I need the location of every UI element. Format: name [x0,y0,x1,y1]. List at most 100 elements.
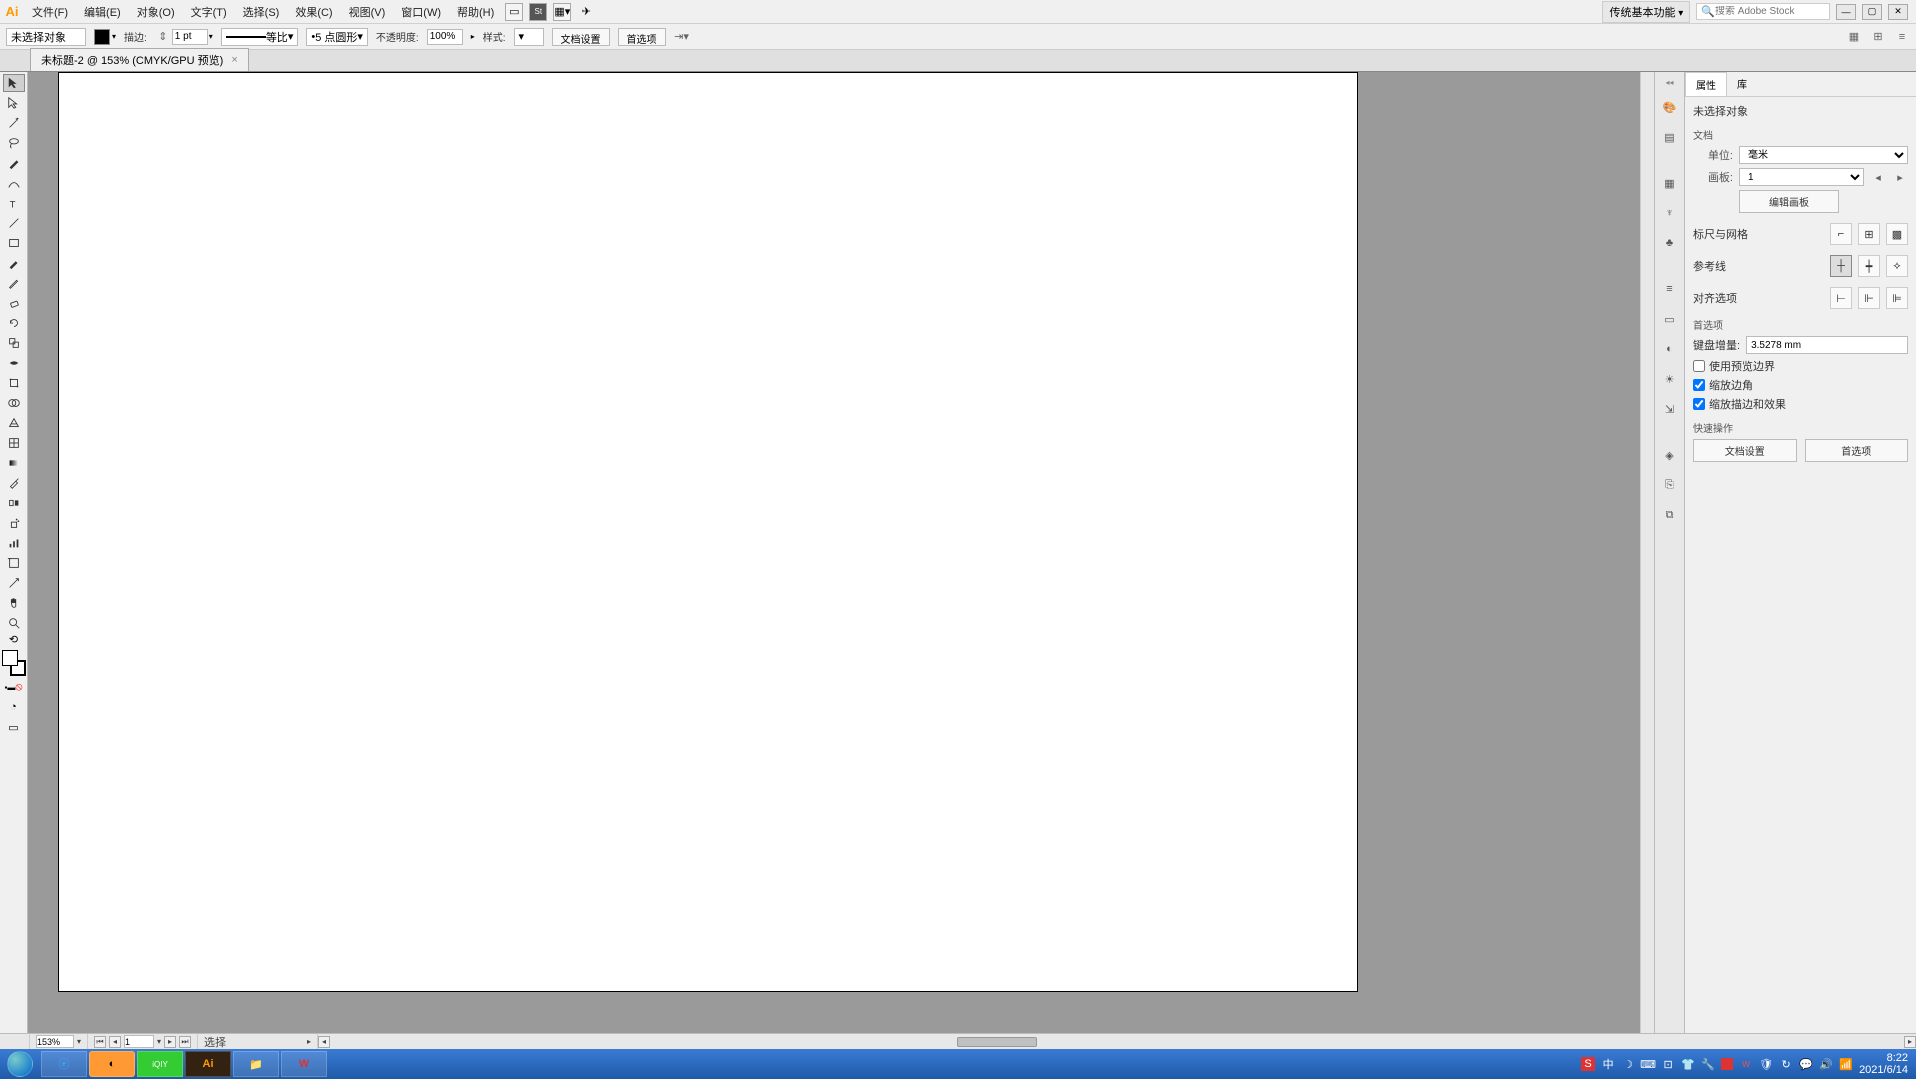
scroll-left-icon[interactable]: ◂ [318,1036,330,1048]
tool-gradient[interactable] [3,454,25,472]
snap-grid-icon[interactable]: ⊩ [1858,287,1880,309]
search-box[interactable]: 🔍 [1696,3,1830,20]
tool-free-transform[interactable] [3,374,25,392]
tray-network1-icon[interactable]: ⊡ [1661,1057,1675,1071]
menu-file[interactable]: 文件(F) [24,0,76,24]
cb-scale-strokes[interactable] [1693,398,1705,410]
arrange-docs-icon[interactable]: ▦▾ [553,3,571,21]
tool-paintbrush[interactable] [3,254,25,272]
dock-asset-export-icon[interactable]: ⇲ [1660,399,1680,419]
tool-selection[interactable] [3,74,25,92]
dock-expand-icon[interactable]: ◂◂ [1665,78,1673,87]
dock-swatches-icon[interactable]: ▤ [1660,127,1680,147]
zoom-dropdown-icon[interactable]: ▾ [77,1037,81,1046]
tool-hand[interactable] [3,594,25,612]
menu-help[interactable]: 帮助(H) [449,0,502,24]
taskbar-explorer[interactable]: 📁 [233,1051,279,1077]
tool-eraser[interactable] [3,294,25,312]
tool-artboard[interactable] [3,554,25,572]
dock-appearance-icon[interactable]: ☀ [1660,369,1680,389]
tool-direct-select[interactable] [3,94,25,112]
dock-brushes-icon[interactable]: ▦ [1660,173,1680,193]
fill-color-swatch[interactable] [2,650,18,666]
tray-shield-icon[interactable]: 🛡 [1759,1057,1773,1071]
screen-mode-icon[interactable]: ▭ [3,718,25,736]
stroke-weight-input[interactable] [172,29,208,45]
opacity-input[interactable] [427,29,463,45]
quick-doc-setup-button[interactable]: 文档设置 [1693,439,1797,462]
isolate-icon[interactable]: ⇥▾ [674,29,690,45]
horizontal-scrollbar[interactable]: ◂ ▸ [318,1035,1916,1049]
smart-guides-icon[interactable]: ⟡ [1886,255,1908,277]
menu-effect[interactable]: 效果(C) [287,0,340,24]
panel-tab-libraries[interactable]: 库 [1727,72,1757,96]
fill-dropdown-icon[interactable]: ▾ [112,32,116,41]
taskbar-wps[interactable]: W [281,1051,327,1077]
tool-lasso[interactable] [3,134,25,152]
menu-edit[interactable]: 编辑(E) [76,0,129,24]
tool-line[interactable] [3,214,25,232]
fill-swatch[interactable] [94,29,110,45]
taskbar-app-green[interactable]: iQIY [137,1051,183,1077]
taskbar-app-orange[interactable]: ◐ [89,1051,135,1077]
transform-panel-icon[interactable]: ⊞ [1870,29,1886,45]
guides-show-icon[interactable]: ┼ [1830,255,1852,277]
color-mode-row[interactable]: ▪▬⦸ [2,678,26,696]
edit-artboards-button[interactable]: 编辑画板 [1739,190,1839,213]
tool-magic-wand[interactable] [3,114,25,132]
tool-scale[interactable] [3,334,25,352]
menu-window[interactable]: 窗口(W) [393,0,449,24]
stroke-profile-dropdown[interactable]: 等比 ▾ [221,28,299,46]
tool-curvature[interactable] [3,174,25,192]
tab-close-button[interactable]: × [231,54,237,66]
cb-scale-corners[interactable] [1693,379,1705,391]
document-tab[interactable]: 未标题-2 @ 153% (CMYK/GPU 预览) × [30,48,249,71]
unit-dropdown[interactable]: 毫米 [1739,146,1908,164]
snap-point-icon[interactable]: ⊢ [1830,287,1852,309]
tool-mesh[interactable] [3,434,25,452]
tool-width[interactable] [3,354,25,372]
dock-artboards-icon[interactable]: ⎘ [1660,475,1680,495]
dock-transparency-icon[interactable]: ◐ [1660,339,1680,359]
opacity-dropdown-icon[interactable]: ▸ [471,32,475,41]
tool-type[interactable]: T [3,194,25,212]
tray-keyboard-icon[interactable]: ⌨ [1641,1057,1655,1071]
artboard-next-icon[interactable]: ▸ [1892,169,1908,185]
artboard-next-nav-icon[interactable]: ▸ [164,1036,176,1048]
tray-wechat-icon[interactable]: 💬 [1799,1057,1813,1071]
tool-slice[interactable] [3,574,25,592]
maximize-button[interactable]: ▢ [1862,4,1882,20]
quick-prefs-button[interactable]: 首选项 [1805,439,1909,462]
tray-notif-icon[interactable] [1721,1058,1733,1070]
canvas-area[interactable] [28,72,1654,1033]
brush-dropdown[interactable]: • 5 点圆形 ▾ [306,28,368,46]
vertical-scrollbar[interactable] [1640,72,1654,1033]
tool-perspective[interactable] [3,414,25,432]
tool-graph[interactable] [3,534,25,552]
tool-toggle-fill-stroke[interactable]: ⟲ [3,634,25,644]
menu-object[interactable]: 对象(O) [129,0,183,24]
minimize-button[interactable]: — [1836,4,1856,20]
prefs-button[interactable]: 首选项 [618,28,666,46]
menu-view[interactable]: 视图(V) [341,0,394,24]
close-button[interactable]: ✕ [1888,4,1908,20]
tray-signal-icon[interactable]: 📶 [1839,1057,1853,1071]
tray-sync-icon[interactable]: ↻ [1779,1057,1793,1071]
artboard-nav-input[interactable] [124,1035,154,1048]
tray-sogou-icon[interactable]: S [1581,1057,1595,1071]
search-input[interactable] [1715,6,1825,17]
gpu-icon[interactable]: ✈ [577,3,595,21]
tool-rectangle[interactable] [3,234,25,252]
panel-menu-icon[interactable]: ≡ [1894,29,1910,45]
dock-symbols-icon[interactable]: ♆ [1660,203,1680,223]
tray-clock[interactable]: 8:22 2021/6/14 [1859,1052,1908,1076]
transparency-grid-icon[interactable]: ▩ [1886,223,1908,245]
grid-icon[interactable]: ⊞ [1858,223,1880,245]
artboard-dropdown[interactable]: 1 [1739,168,1864,186]
tray-wrench-icon[interactable]: 🔧 [1701,1057,1715,1071]
artboard-prev-nav-icon[interactable]: ◂ [109,1036,121,1048]
ruler-icon[interactable]: ⌐ [1830,223,1852,245]
taskbar-illustrator[interactable]: Ai [185,1051,231,1077]
menu-type[interactable]: 文字(T) [183,0,235,24]
fill-stroke-swatches[interactable] [2,650,26,676]
